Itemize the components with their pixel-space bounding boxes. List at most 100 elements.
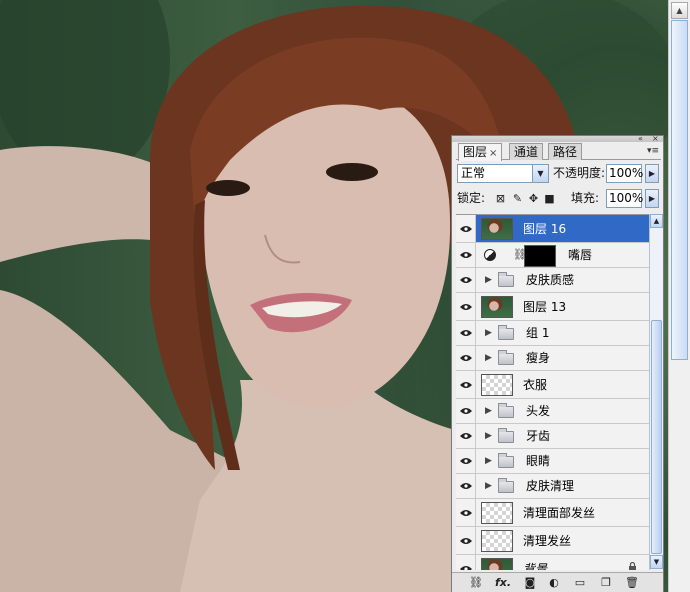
visibility-eye-icon[interactable] <box>456 499 476 526</box>
visibility-eye-icon[interactable] <box>456 371 476 398</box>
layer-row[interactable]: 背景 <box>456 555 649 570</box>
tab-channels[interactable]: 通道 <box>509 143 544 160</box>
tab-paths[interactable]: 路径 <box>548 143 583 160</box>
layer-row[interactable]: ▶ 皮肤质感 <box>456 268 649 293</box>
folder-icon <box>498 403 514 418</box>
visibility-eye-icon[interactable] <box>456 321 476 345</box>
layer-list[interactable]: 图层 16 ⛓ 嘴唇 ▶ 皮肤质感 图层 13 ▶ 组 1 ▶ 瘦身 衣服 ▶ … <box>456 214 649 570</box>
layer-thumbnail <box>481 530 513 552</box>
tab-label: 图层 <box>463 145 488 159</box>
blend-opacity-row: 正常 ▼ 不透明度: 100% ▶ <box>456 164 661 184</box>
layer-name: 嘴唇 <box>568 248 593 262</box>
layer-name: 头发 <box>526 404 551 418</box>
visibility-eye-icon[interactable] <box>456 243 476 267</box>
scroll-thumb[interactable] <box>651 320 662 554</box>
layer-row[interactable]: 清理面部发丝 <box>456 499 649 527</box>
layer-name: 清理面部发丝 <box>523 506 596 520</box>
scroll-up-arrow-icon[interactable]: ▲ <box>650 214 663 228</box>
panel-footer: ⛓ fx. ◙ ◐ ▭ ❐ 🗑 <box>452 572 663 592</box>
document-scrollbar[interactable]: ▲ <box>668 0 690 592</box>
visibility-eye-icon[interactable] <box>456 268 476 292</box>
layer-row[interactable]: ▶ 皮肤清理 <box>456 474 649 499</box>
folder-icon <box>498 325 514 340</box>
visibility-eye-icon[interactable] <box>456 474 476 498</box>
visibility-eye-icon[interactable] <box>456 424 476 448</box>
layer-row[interactable]: ▶ 组 1 <box>456 321 649 346</box>
layer-row[interactable]: ▶ 头发 <box>456 399 649 424</box>
layers-panel: « × 图层 × 通道 路径 ▾≡ 正常 ▼ 不透明度: 100% ▶ 锁定: ⊠… <box>451 135 664 592</box>
fill-field[interactable]: 100% <box>606 189 644 208</box>
folder-icon <box>498 478 514 493</box>
scroll-down-arrow-icon[interactable]: ▼ <box>650 555 663 569</box>
panel-tabs: 图层 × 通道 路径 <box>456 142 661 161</box>
layer-row[interactable]: 图层 16 <box>456 215 649 243</box>
chevron-down-icon[interactable]: ▼ <box>532 165 548 182</box>
layer-row[interactable]: 清理发丝 <box>456 527 649 555</box>
scroll-thumb[interactable] <box>671 20 688 360</box>
expand-triangle-icon[interactable]: ▶ <box>485 424 492 449</box>
visibility-eye-icon[interactable] <box>456 449 476 473</box>
opacity-field[interactable]: 100% <box>606 164 644 183</box>
layer-row[interactable]: 衣服 <box>456 371 649 399</box>
layer-list-scrollbar[interactable]: ▲ ▼ <box>649 214 663 570</box>
expand-triangle-icon[interactable]: ▶ <box>485 268 492 293</box>
lock-transparency-icon[interactable]: ⊠ <box>494 192 507 205</box>
blend-mode-value: 正常 <box>461 166 486 180</box>
expand-triangle-icon[interactable]: ▶ <box>485 321 492 346</box>
layer-row[interactable]: ▶ 眼睛 <box>456 449 649 474</box>
layer-name: 牙齿 <box>526 429 551 443</box>
lock-label: 锁定: <box>457 191 486 205</box>
scroll-up-arrow-icon[interactable]: ▲ <box>671 2 688 19</box>
layer-row[interactable]: 图层 13 <box>456 293 649 321</box>
opacity-label: 不透明度: <box>553 166 606 180</box>
visibility-eye-icon[interactable] <box>456 527 476 554</box>
layer-thumbnail <box>481 558 513 570</box>
layer-row[interactable]: ▶ 牙齿 <box>456 424 649 449</box>
layer-name: 图层 16 <box>523 222 567 236</box>
fill-label: 填充: <box>571 191 600 205</box>
layer-name: 清理发丝 <box>523 534 572 548</box>
layer-name: 瘦身 <box>526 351 551 365</box>
expand-triangle-icon[interactable]: ▶ <box>485 399 492 424</box>
visibility-eye-icon[interactable] <box>456 215 476 242</box>
visibility-eye-icon[interactable] <box>456 399 476 423</box>
layer-thumbnail <box>481 218 513 240</box>
tab-close-icon[interactable]: × <box>489 148 497 159</box>
layer-row[interactable]: ▶ 瘦身 <box>456 346 649 371</box>
opacity-value: 100% <box>609 166 644 180</box>
new-group-icon[interactable]: ▭ <box>572 576 588 590</box>
folder-icon <box>498 453 514 468</box>
tab-label: 通道 <box>514 145 539 159</box>
opacity-slider-arrow-icon[interactable]: ▶ <box>645 164 659 183</box>
fill-slider-arrow-icon[interactable]: ▶ <box>645 189 659 208</box>
new-layer-icon[interactable]: ❐ <box>598 576 614 590</box>
layer-mask-thumbnail[interactable] <box>524 245 556 267</box>
layer-name: 图层 13 <box>523 300 567 314</box>
layer-name: 衣服 <box>523 378 548 392</box>
lock-pixels-icon[interactable]: ✎ <box>511 192 524 205</box>
layer-thumbnail <box>481 502 513 524</box>
fill-value: 100% <box>609 191 644 205</box>
expand-triangle-icon[interactable]: ▶ <box>485 449 492 474</box>
visibility-eye-icon[interactable] <box>456 293 476 320</box>
trash-icon[interactable]: 🗑 <box>624 576 640 590</box>
tab-label: 路径 <box>553 145 578 159</box>
lock-position-icon[interactable]: ✥ <box>527 192 540 205</box>
layer-name: 皮肤质感 <box>526 273 575 287</box>
fx-icon[interactable]: fx. <box>494 576 512 590</box>
visibility-eye-icon[interactable] <box>456 346 476 370</box>
layer-thumbnail <box>481 374 513 396</box>
layer-row[interactable]: ⛓ 嘴唇 <box>456 243 649 268</box>
lock-all-icon[interactable]: ■ <box>543 192 556 205</box>
layer-name: 皮肤清理 <box>526 479 575 493</box>
expand-triangle-icon[interactable]: ▶ <box>485 474 492 499</box>
adjustment-icon[interactable]: ◐ <box>546 576 562 590</box>
panel-menu-icon[interactable]: ▾≡ <box>647 146 659 156</box>
link-icon[interactable]: ⛓ <box>468 576 484 590</box>
mask-icon[interactable]: ◙ <box>522 576 538 590</box>
tab-layers[interactable]: 图层 × <box>458 143 503 161</box>
expand-triangle-icon[interactable]: ▶ <box>485 346 492 371</box>
blend-mode-select[interactable]: 正常 ▼ <box>457 164 549 183</box>
visibility-eye-icon[interactable] <box>456 555 476 570</box>
folder-icon <box>498 428 514 443</box>
